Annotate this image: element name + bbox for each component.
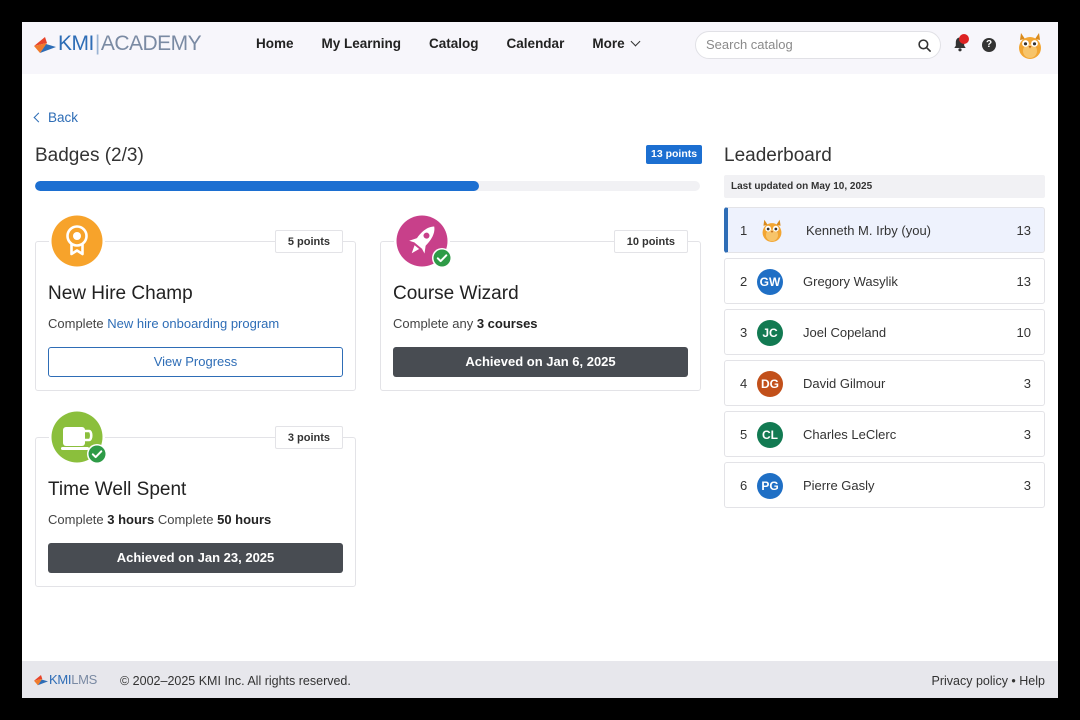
- leaderboard-score: 3: [1023, 376, 1031, 391]
- kmi-logo-icon: [34, 37, 56, 53]
- achieved-status: Achieved on Jan 6, 2025: [393, 347, 688, 377]
- search-icon[interactable]: [918, 39, 931, 52]
- leaderboard-rank: 6: [740, 478, 748, 493]
- badges-progress-bar: [35, 181, 700, 191]
- leaderboard-row: 4 DG David Gilmour 3: [724, 360, 1045, 406]
- onboarding-program-link[interactable]: New hire onboarding program: [107, 316, 279, 331]
- app-frame: KMI|ACADEMY Home My Learning Catalog Cal…: [22, 22, 1058, 698]
- kmi-logo-icon: [34, 675, 48, 686]
- achieved-status: Achieved on Jan 23, 2025: [48, 543, 343, 573]
- nav-more[interactable]: More: [592, 36, 641, 51]
- kmi-academy-logo[interactable]: KMI|ACADEMY: [34, 32, 202, 56]
- leaderboard-row: 3 JC Joel Copeland 10: [724, 309, 1045, 355]
- leaderboard-name: Joel Copeland: [803, 325, 887, 340]
- leaderboard-rank: 1: [740, 223, 748, 238]
- nav-catalog[interactable]: Catalog: [429, 36, 479, 51]
- leaderboard-rank: 5: [740, 427, 748, 442]
- leaderboard-rank: 3: [740, 325, 748, 340]
- owl-avatar-icon: [762, 219, 782, 242]
- help-link[interactable]: Help: [1019, 674, 1045, 688]
- leaderboard-score: 13: [1016, 274, 1031, 289]
- kmi-lms-logo: KMILMS: [34, 672, 97, 687]
- copyright-text: © 2002–2025 KMI Inc. All rights reserved…: [120, 674, 351, 688]
- footer-links: Privacy policy • Help: [932, 674, 1045, 688]
- leaderboard-rank: 4: [740, 376, 748, 391]
- leaderboard-row: 5 CL Charles LeClerc 3: [724, 411, 1045, 457]
- badges-progress-fill: [35, 181, 479, 191]
- badges-heading: Badges (2/3): [35, 145, 144, 166]
- nav-more-label: More: [592, 36, 625, 51]
- checkmark-icon: [432, 248, 452, 268]
- leaderboard-rank: 2: [740, 274, 748, 289]
- leaderboard-score: 13: [1016, 223, 1031, 238]
- badge-title: Time Well Spent: [48, 479, 187, 500]
- notification-dot: [959, 34, 969, 44]
- avatar: CL: [757, 422, 783, 448]
- leaderboard-name: Pierre Gasly: [803, 478, 875, 493]
- badge-description: Complete 3 hours Complete 50 hours: [48, 512, 272, 527]
- leaderboard-updated: Last updated on May 10, 2025: [724, 175, 1045, 198]
- chevron-down-icon: [630, 36, 641, 47]
- badge-points: 5 points: [274, 230, 343, 253]
- search-input[interactable]: [706, 37, 906, 52]
- nav-home[interactable]: Home: [256, 36, 294, 51]
- leaderboard-name: Kenneth M. Irby (you): [806, 223, 931, 238]
- main-nav: Home My Learning Catalog Calendar More: [256, 36, 641, 51]
- checkmark-icon: [87, 444, 107, 464]
- avatar: GW: [757, 269, 783, 295]
- top-header: KMI|ACADEMY Home My Learning Catalog Cal…: [22, 22, 1058, 74]
- leaderboard-row: 6 PG Pierre Gasly 3: [724, 462, 1045, 508]
- avatar: JC: [757, 320, 783, 346]
- badge-points: 3 points: [274, 426, 343, 449]
- leaderboard-heading: Leaderboard: [724, 145, 832, 166]
- badge-description: Complete New hire onboarding program: [48, 316, 280, 331]
- search-box: [695, 31, 941, 59]
- help-icon[interactable]: ?: [982, 38, 996, 52]
- privacy-policy-link[interactable]: Privacy policy: [932, 674, 1008, 688]
- nav-calendar[interactable]: Calendar: [507, 36, 565, 51]
- badge-title: Course Wizard: [393, 283, 519, 304]
- badge-points: 10 points: [613, 230, 688, 253]
- leaderboard-name: David Gilmour: [803, 376, 886, 391]
- footer-logo-text: KMILMS: [49, 672, 98, 687]
- view-progress-button[interactable]: View Progress: [48, 347, 343, 377]
- leaderboard-name: Gregory Wasylik: [803, 274, 898, 289]
- avatar: DG: [757, 371, 783, 397]
- leaderboard-score: 3: [1023, 427, 1031, 442]
- back-label: Back: [48, 110, 79, 125]
- total-points-badge: 13 points: [646, 145, 703, 164]
- leaderboard-row-current-user: 1 Kenneth M. Irby (you) 13: [724, 207, 1045, 253]
- leaderboard-name: Charles LeClerc: [803, 427, 897, 442]
- user-owl-avatar-icon[interactable]: [1016, 30, 1044, 60]
- nav-my-learning[interactable]: My Learning: [322, 36, 402, 51]
- page-footer: KMILMS © 2002–2025 KMI Inc. All rights r…: [22, 661, 1058, 698]
- logo-text: KMI|ACADEMY: [58, 32, 202, 55]
- badge-description: Complete any 3 courses: [393, 316, 538, 331]
- back-link[interactable]: Back: [33, 110, 79, 125]
- leaderboard-row: 2 GW Gregory Wasylik 13: [724, 258, 1045, 304]
- badge-title: New Hire Champ: [48, 283, 193, 304]
- avatar: PG: [757, 473, 783, 499]
- link-separator: •: [1007, 674, 1020, 688]
- leaderboard-score: 3: [1023, 478, 1031, 493]
- leaderboard-score: 10: [1016, 325, 1031, 340]
- ribbon-award-icon: [49, 213, 105, 269]
- chevron-left-icon: [33, 112, 44, 123]
